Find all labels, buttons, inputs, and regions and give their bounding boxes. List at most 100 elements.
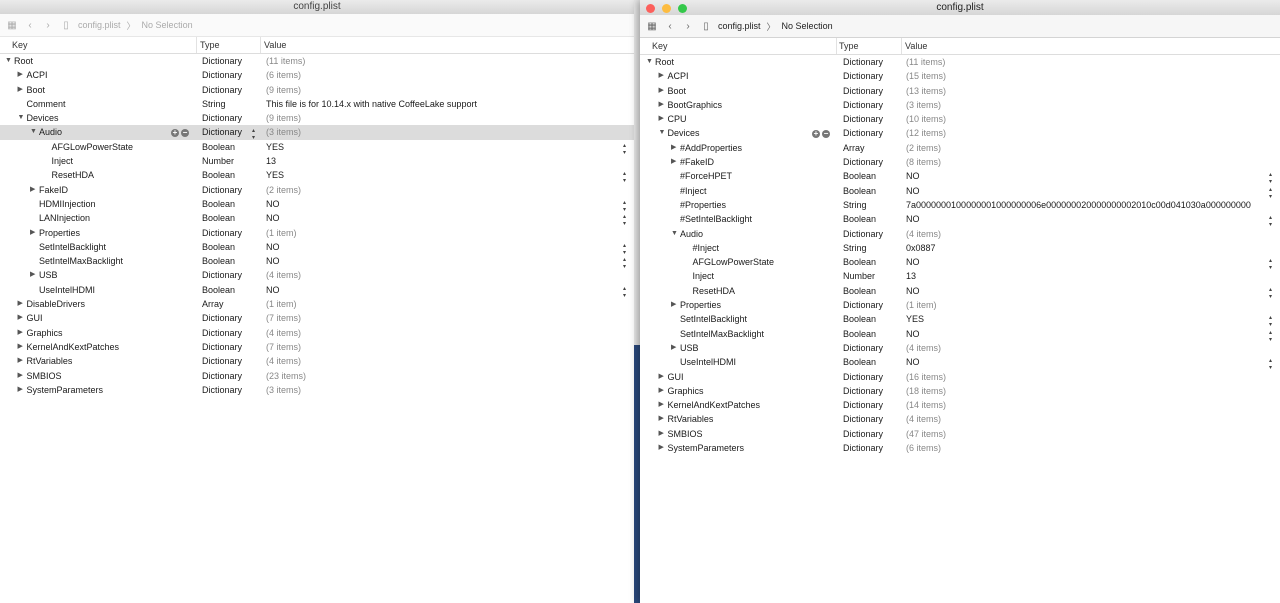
row-type[interactable]: Dictionary	[843, 398, 883, 412]
plist-row[interactable]: ▶ Boot Dictionary (13 items)	[640, 84, 1280, 98]
row-value[interactable]: NO	[906, 169, 920, 183]
forward-arrow-icon[interactable]: ›	[682, 21, 694, 32]
row-value[interactable]: (47 items)	[906, 427, 946, 441]
plist-row[interactable]: ▶ SystemParameters Dictionary (6 items)	[640, 441, 1280, 455]
row-type[interactable]: Dictionary	[843, 427, 883, 441]
row-value[interactable]: YES	[266, 140, 284, 154]
row-type[interactable]: Dictionary	[843, 370, 883, 384]
type-column-header[interactable]: Type	[839, 41, 859, 51]
row-value[interactable]: (3 items)	[266, 383, 301, 397]
row-value[interactable]: (3 items)	[906, 98, 941, 112]
row-type[interactable]: Dictionary	[843, 341, 883, 355]
plist-row[interactable]: #Inject String 0x0887	[640, 241, 1280, 255]
plist-row[interactable]: ResetHDA Boolean YES ▴ ▾	[0, 168, 634, 184]
row-type[interactable]: Boolean	[202, 197, 235, 211]
row-type[interactable]: Dictionary	[202, 226, 242, 240]
row-type[interactable]: Boolean	[202, 240, 235, 254]
plist-row[interactable]: UseIntelHDMI Boolean NO ▴ ▾	[0, 283, 634, 299]
row-type[interactable]: Dictionary	[843, 69, 883, 83]
row-type[interactable]: Dictionary	[843, 412, 883, 426]
disclosure-open-icon[interactable]: ▼	[5, 54, 12, 68]
plist-row[interactable]: ▶ USB Dictionary (4 items)	[0, 268, 634, 282]
plist-row[interactable]: ▶ DisableDrivers Array (1 item)	[0, 297, 634, 311]
key-column-header[interactable]: Key	[12, 40, 28, 50]
plist-row[interactable]: ▶ KernelAndKextPatches Dictionary (14 items…	[640, 398, 1280, 412]
row-value[interactable]: YES	[906, 312, 924, 326]
row-value[interactable]: (4 items)	[266, 354, 301, 368]
plist-row[interactable]: #Inject Boolean NO ▴ ▾	[640, 184, 1280, 200]
row-value[interactable]: (15 items)	[906, 69, 946, 83]
disclosure-closed-icon[interactable]: ▶	[18, 297, 23, 311]
plist-row[interactable]: SetIntelMaxBacklight Boolean NO ▴ ▾	[0, 254, 634, 270]
plist-row[interactable]: #SetIntelBacklight Boolean NO ▴ ▾	[640, 212, 1280, 228]
plist-row[interactable]: HDMIInjection Boolean NO ▴ ▾	[0, 197, 634, 213]
breadcrumb-selection[interactable]: No Selection	[142, 20, 193, 30]
row-type[interactable]: Dictionary	[202, 311, 242, 325]
row-type[interactable]: Dictionary	[843, 155, 883, 169]
row-value[interactable]: NO	[266, 211, 280, 225]
disclosure-closed-icon[interactable]: ▶	[30, 183, 35, 197]
disclosure-closed-icon[interactable]: ▶	[659, 412, 664, 426]
plist-row[interactable]: SetIntelBacklight Boolean NO ▴ ▾	[0, 240, 634, 256]
row-type[interactable]: Dictionary	[202, 183, 242, 197]
disclosure-closed-icon[interactable]: ▶	[671, 341, 676, 355]
row-type[interactable]: Boolean	[843, 327, 876, 341]
disclosure-open-icon[interactable]: ▼	[18, 111, 25, 125]
row-value[interactable]: (13 items)	[906, 84, 946, 98]
disclosure-closed-icon[interactable]: ▶	[659, 441, 664, 455]
plist-row[interactable]: ▶ USB Dictionary (4 items)	[640, 341, 1280, 355]
row-type[interactable]: Dictionary	[843, 227, 883, 241]
plist-row[interactable]: ▶ Properties Dictionary (1 item)	[0, 226, 634, 240]
row-value[interactable]: (8 items)	[906, 155, 941, 169]
disclosure-closed-icon[interactable]: ▶	[671, 141, 676, 155]
row-type[interactable]: Dictionary	[202, 83, 242, 97]
row-type[interactable]: Dictionary	[843, 441, 883, 455]
plist-row[interactable]: Inject Number 13	[0, 154, 634, 168]
row-type[interactable]: Boolean	[202, 283, 235, 297]
plist-row[interactable]: Inject Number 13	[640, 269, 1280, 283]
plist-row[interactable]: ▶ SMBIOS Dictionary (47 items)	[640, 427, 1280, 441]
row-value[interactable]: (4 items)	[906, 341, 941, 355]
row-value[interactable]: NO	[266, 283, 280, 297]
row-type[interactable]: Dictionary	[202, 68, 242, 82]
row-value[interactable]: NO	[266, 197, 280, 211]
row-value[interactable]: (2 items)	[266, 183, 301, 197]
add-item-icon[interactable]: +	[171, 129, 179, 138]
row-type[interactable]: Dictionary	[202, 326, 242, 340]
plist-row[interactable]: ▼ Devices Dictionary (9 items)	[0, 111, 634, 125]
row-value[interactable]: NO	[906, 184, 920, 198]
row-type[interactable]: Boolean	[843, 169, 876, 183]
row-type[interactable]: Dictionary	[843, 298, 883, 312]
grid-view-icon[interactable]: ▦	[646, 21, 658, 32]
row-type[interactable]: Boolean	[843, 255, 876, 269]
row-type[interactable]: Dictionary	[202, 383, 242, 397]
plist-row[interactable]: ▶ #AddProperties Array (2 items)	[640, 141, 1280, 155]
disclosure-closed-icon[interactable]: ▶	[659, 112, 664, 126]
grid-view-icon[interactable]: ▦	[6, 20, 18, 31]
plist-row[interactable]: ▶ Properties Dictionary (1 item)	[640, 298, 1280, 312]
breadcrumb-file[interactable]: config.plist	[78, 20, 121, 30]
plist-row[interactable]: #Properties String 7a000000010000000100000…	[640, 198, 1280, 212]
row-type[interactable]: Boolean	[202, 211, 235, 225]
row-value[interactable]: (6 items)	[906, 441, 941, 455]
row-type[interactable]: Dictionary	[843, 84, 883, 98]
row-type[interactable]: Number	[843, 269, 875, 283]
row-value[interactable]: (7 items)	[266, 311, 301, 325]
row-value[interactable]: (4 items)	[906, 412, 941, 426]
row-value[interactable]: (1 item)	[906, 298, 937, 312]
row-value[interactable]: 7a0000000100000001000000006e000000020000…	[906, 198, 1251, 212]
plist-row[interactable]: ▶ GUI Dictionary (7 items)	[0, 311, 634, 325]
row-value[interactable]: (4 items)	[906, 227, 941, 241]
row-value[interactable]: NO	[906, 327, 920, 341]
row-value[interactable]: (10 items)	[906, 112, 946, 126]
row-type[interactable]: Number	[202, 154, 234, 168]
disclosure-closed-icon[interactable]: ▶	[18, 340, 23, 354]
row-type[interactable]: String	[202, 97, 226, 111]
disclosure-closed-icon[interactable]: ▶	[659, 69, 664, 83]
plist-row[interactable]: ▶ RtVariables Dictionary (4 items)	[640, 412, 1280, 426]
plist-row[interactable]: ▼ Audio Dictionary (4 items)	[640, 227, 1280, 241]
disclosure-closed-icon[interactable]: ▶	[659, 84, 664, 98]
plist-row[interactable]: ▼ Audio + − Dictionary (3 items) ▴ ▾	[0, 125, 634, 141]
plist-row[interactable]: #ForceHPET Boolean NO ▴ ▾	[640, 169, 1280, 185]
row-value[interactable]: (9 items)	[266, 83, 301, 97]
